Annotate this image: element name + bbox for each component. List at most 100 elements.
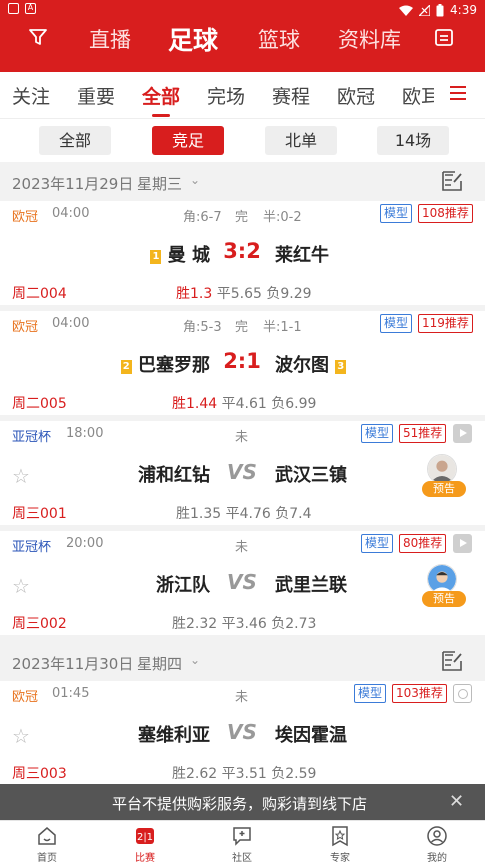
tab-match[interactable]: 2|1 比赛 xyxy=(120,825,170,864)
recommend-tag[interactable]: 103推荐 xyxy=(392,684,447,703)
model-tag[interactable]: 模型 xyxy=(354,684,387,703)
menu-icon[interactable] xyxy=(450,86,466,104)
subtab-important[interactable]: 重要 xyxy=(77,82,115,109)
top-bar: A 4:39 直播 足球 篮球 资料库 xyxy=(0,0,485,72)
app-notification-icon: A xyxy=(25,3,36,14)
match-card[interactable]: 亚冠杯 20:00 未 模型 80推荐 ☆ 浙江队 VS 武里兰联 预告 周三0… xyxy=(0,531,485,635)
odds-lose: 负9.29 xyxy=(266,286,312,302)
match-state: 未 xyxy=(235,430,249,445)
segment-beidan[interactable]: 北单 xyxy=(265,126,337,155)
preview-badge: 预告 xyxy=(422,591,466,607)
recommend-tag[interactable]: 80推荐 xyxy=(399,534,447,553)
model-tag[interactable]: 模型 xyxy=(361,424,394,443)
match-card[interactable]: 欧冠 04:00 角:6-7 完 半:0-2 模型 108推荐 1 曼 城 3:… xyxy=(0,201,485,305)
match-icon: 2|1 xyxy=(136,828,154,844)
subtab-ucl[interactable]: 欧冠 xyxy=(337,82,375,109)
kickoff-time: 18:00 xyxy=(66,426,104,441)
recommend-tag[interactable]: 119推荐 xyxy=(418,314,473,333)
odds-draw: 平4.76 xyxy=(225,506,271,522)
half-score: 半:0-2 xyxy=(263,210,302,225)
wifi-icon xyxy=(399,5,414,16)
subtab-schedule[interactable]: 赛程 xyxy=(272,82,310,109)
odds-lose: 负2.73 xyxy=(271,616,317,632)
match-card[interactable]: 亚冠杯 18:00 未 模型 51推荐 ☆ 浦和红钻 VS 武汉三镇 预告 周三… xyxy=(0,421,485,525)
favorite-star-icon[interactable]: ☆ xyxy=(12,574,30,598)
match-card[interactable]: 欧冠 01:45 未 模型 103推荐 ☆ 塞维利亚 VS 埃因霍温 周三003… xyxy=(0,681,485,785)
weekday-label: 星期三 xyxy=(137,175,183,193)
home-team: 浦和红钻 xyxy=(138,465,210,486)
match-state: 完 xyxy=(235,320,249,335)
video-play-icon[interactable] xyxy=(453,534,472,553)
away-team: 埃因霍温 xyxy=(275,725,347,746)
away-team: 波尔图 3 xyxy=(275,351,347,377)
model-tag[interactable]: 模型 xyxy=(380,314,413,333)
kickoff-time: 20:00 xyxy=(66,536,104,551)
notice-bar: 平台不提供购彩服务，购彩请到线下店 ✕ xyxy=(0,784,485,820)
subtab-finished[interactable]: 完场 xyxy=(207,82,245,109)
tab-label: 我的 xyxy=(427,853,447,864)
recommend-tag[interactable]: 108推荐 xyxy=(418,204,473,223)
match-state: 未 xyxy=(235,690,249,705)
status-bar: A 4:39 xyxy=(0,0,485,20)
subtab-follow[interactable]: 关注 xyxy=(12,82,50,109)
status-time: 4:39 xyxy=(450,3,477,17)
favorite-star-icon[interactable]: ☆ xyxy=(12,724,30,748)
favorite-star-icon[interactable]: ☆ xyxy=(12,464,30,488)
nav-tab-basketball[interactable]: 篮球 xyxy=(258,24,300,54)
model-tag[interactable]: 模型 xyxy=(361,534,394,553)
match-code: 周三003 xyxy=(12,766,67,782)
match-card[interactable]: 欧冠 04:00 角:5-3 完 半:1-1 模型 119推荐 2 巴塞罗那 2… xyxy=(0,311,485,415)
chevron-down-icon: ⌄ xyxy=(190,173,201,187)
animation-icon[interactable] xyxy=(453,684,472,703)
nav-tab-football[interactable]: 足球 xyxy=(168,21,218,57)
odds-lose: 负6.99 xyxy=(271,396,317,412)
tab-expert[interactable]: 专家 xyxy=(315,825,365,864)
video-play-icon[interactable] xyxy=(453,424,472,443)
odds-win: 胜1.44 xyxy=(172,396,218,412)
close-icon[interactable]: ✕ xyxy=(449,791,464,812)
half-score: 半:1-1 xyxy=(263,320,302,335)
away-rank-badge: 3 xyxy=(335,360,347,374)
battery-icon xyxy=(436,3,444,16)
date-header[interactable]: 2023年11月30日 星期四 ⌄ xyxy=(0,643,485,681)
subtab-all[interactable]: 全部 xyxy=(142,82,180,117)
tab-home[interactable]: 首页 xyxy=(22,825,72,864)
odds-win: 胜2.32 xyxy=(172,616,218,632)
home-icon xyxy=(38,827,56,845)
tab-label: 专家 xyxy=(330,853,350,864)
subtab-europa-partial[interactable]: 欧耳 xyxy=(402,82,434,109)
expert-avatar xyxy=(427,454,457,484)
edit-note-icon[interactable] xyxy=(441,651,463,671)
edit-note-icon[interactable] xyxy=(441,171,463,191)
segment-jingzu[interactable]: 竞足 xyxy=(152,126,224,155)
home-team: 1 曼 城 xyxy=(60,241,210,267)
weekday-label: 星期四 xyxy=(137,655,183,673)
model-tag[interactable]: 模型 xyxy=(380,204,413,223)
odds-row: 胜2.62 平3.51 负2.59 xyxy=(172,763,316,783)
match-code: 周二005 xyxy=(12,396,67,412)
corner-count: 角:6-7 xyxy=(183,210,222,225)
date-header[interactable]: 2023年11月29日 星期三 ⌄ xyxy=(0,163,485,201)
match-code: 周三001 xyxy=(12,506,67,522)
league-label: 亚冠杯 xyxy=(12,430,52,445)
expert-avatar xyxy=(427,564,457,594)
odds-win: 胜2.62 xyxy=(172,766,218,782)
expert-preview[interactable]: 预告 xyxy=(422,564,466,610)
sub-tabs: 关注 重要 全部 完场 赛程 欧冠 欧耳 xyxy=(0,72,485,118)
expert-preview[interactable]: 预告 xyxy=(422,454,466,500)
away-team: 武里兰联 xyxy=(275,575,347,596)
tab-community[interactable]: 社区 xyxy=(217,825,267,864)
filter-icon[interactable] xyxy=(28,27,48,47)
tab-profile[interactable]: 我的 xyxy=(412,825,462,864)
recommend-tag[interactable]: 51推荐 xyxy=(399,424,447,443)
league-label: 欧冠 xyxy=(12,210,39,225)
segment-14[interactable]: 14场 xyxy=(377,126,449,155)
gallery-notification-icon xyxy=(8,3,19,14)
odds-row: 胜1.3 平5.65 负9.29 xyxy=(176,283,312,303)
odds-lose: 负2.59 xyxy=(271,766,317,782)
home-rank-badge: 1 xyxy=(150,250,162,264)
nav-tab-database[interactable]: 资料库 xyxy=(338,24,401,54)
segment-all[interactable]: 全部 xyxy=(39,126,111,155)
nav-tab-live[interactable]: 直播 xyxy=(89,24,131,54)
schedule-list-icon[interactable] xyxy=(434,27,454,47)
